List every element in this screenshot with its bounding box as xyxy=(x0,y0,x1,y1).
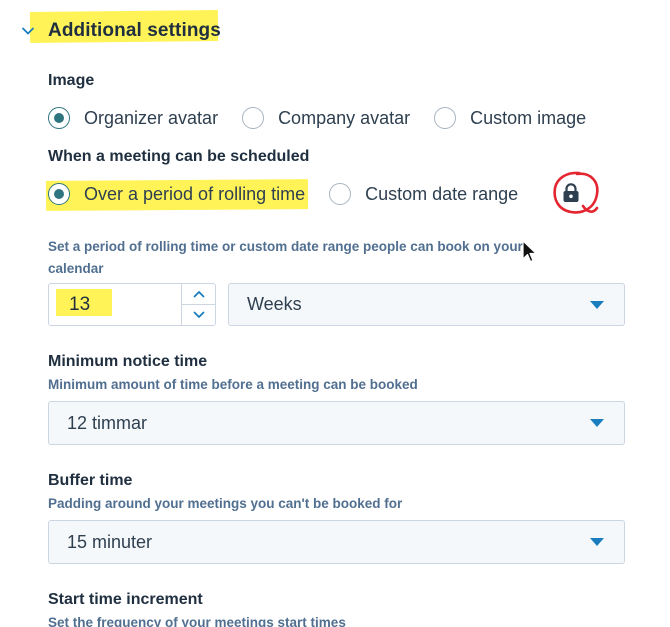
caret-down-icon xyxy=(590,300,604,309)
caret-down-icon xyxy=(590,538,604,546)
schedule-radio-group: Over a period of rolling time Custom dat… xyxy=(48,181,542,207)
radio-label: Organizer avatar xyxy=(84,107,219,128)
decrement-button[interactable] xyxy=(182,304,216,325)
buffer-value: 15 minuter xyxy=(67,531,153,552)
rolling-unit-value: Weeks xyxy=(247,294,302,314)
min-notice-help-text: Minimum amount of time before a meeting … xyxy=(48,377,418,392)
lock-icon xyxy=(556,178,586,208)
min-notice-label: Minimum notice time xyxy=(48,353,208,370)
settings-page: Additional settings Image Organizer avat… xyxy=(0,0,670,627)
radio-rolling-time[interactable]: Over a period of rolling time xyxy=(48,183,305,205)
radio-label: Custom image xyxy=(470,107,587,128)
radio-custom-image[interactable]: Custom image xyxy=(434,107,586,129)
rolling-unit-select[interactable]: Weeks xyxy=(228,283,625,326)
section-header[interactable]: Additional settings xyxy=(18,16,221,46)
chevron-down-icon[interactable] xyxy=(18,21,38,41)
buffer-help-text: Padding around your meetings you can't b… xyxy=(48,496,403,511)
radio-checked-icon[interactable] xyxy=(48,107,70,129)
image-radio-group: Organizer avatar Company avatar Custom i… xyxy=(48,105,586,131)
rolling-number-input[interactable]: 13 xyxy=(48,283,216,326)
schedule-label: When a meeting can be scheduled xyxy=(48,148,310,165)
radio-organizer-avatar[interactable]: Organizer avatar xyxy=(48,107,218,129)
start-increment-label: Start time increment xyxy=(48,591,203,608)
rolling-help-text: Set a period of rolling time or custom d… xyxy=(48,239,523,276)
radio-unchecked-icon[interactable] xyxy=(242,107,265,129)
mouse-cursor-icon xyxy=(522,240,537,263)
radio-company-avatar[interactable]: Company avatar xyxy=(242,107,410,129)
chevron-down-icon xyxy=(193,311,205,318)
radio-custom-date-range[interactable]: Custom date range xyxy=(329,183,518,205)
section-title: Additional settings xyxy=(48,20,221,41)
buffer-label: Buffer time xyxy=(48,472,133,489)
buffer-select[interactable]: 15 minuter xyxy=(48,520,625,564)
radio-label: Over a period of rolling time xyxy=(84,183,306,204)
increment-button[interactable] xyxy=(182,284,216,305)
stepper-controls xyxy=(181,284,216,325)
radio-unchecked-icon[interactable] xyxy=(434,107,457,129)
start-increment-help-text: Set the frequency of your meetings start… xyxy=(48,615,346,627)
radio-label: Company avatar xyxy=(278,107,411,128)
min-notice-value: 12 timmar xyxy=(67,412,148,433)
radio-checked-icon[interactable] xyxy=(48,183,70,205)
min-notice-select[interactable]: 12 timmar xyxy=(48,401,625,445)
image-label: Image xyxy=(48,72,95,89)
chevron-up-icon xyxy=(193,291,205,298)
caret-down-icon xyxy=(590,419,604,427)
rolling-number-value: 13 xyxy=(69,293,91,315)
radio-label: Custom date range xyxy=(365,183,519,204)
radio-unchecked-icon[interactable] xyxy=(329,183,352,205)
